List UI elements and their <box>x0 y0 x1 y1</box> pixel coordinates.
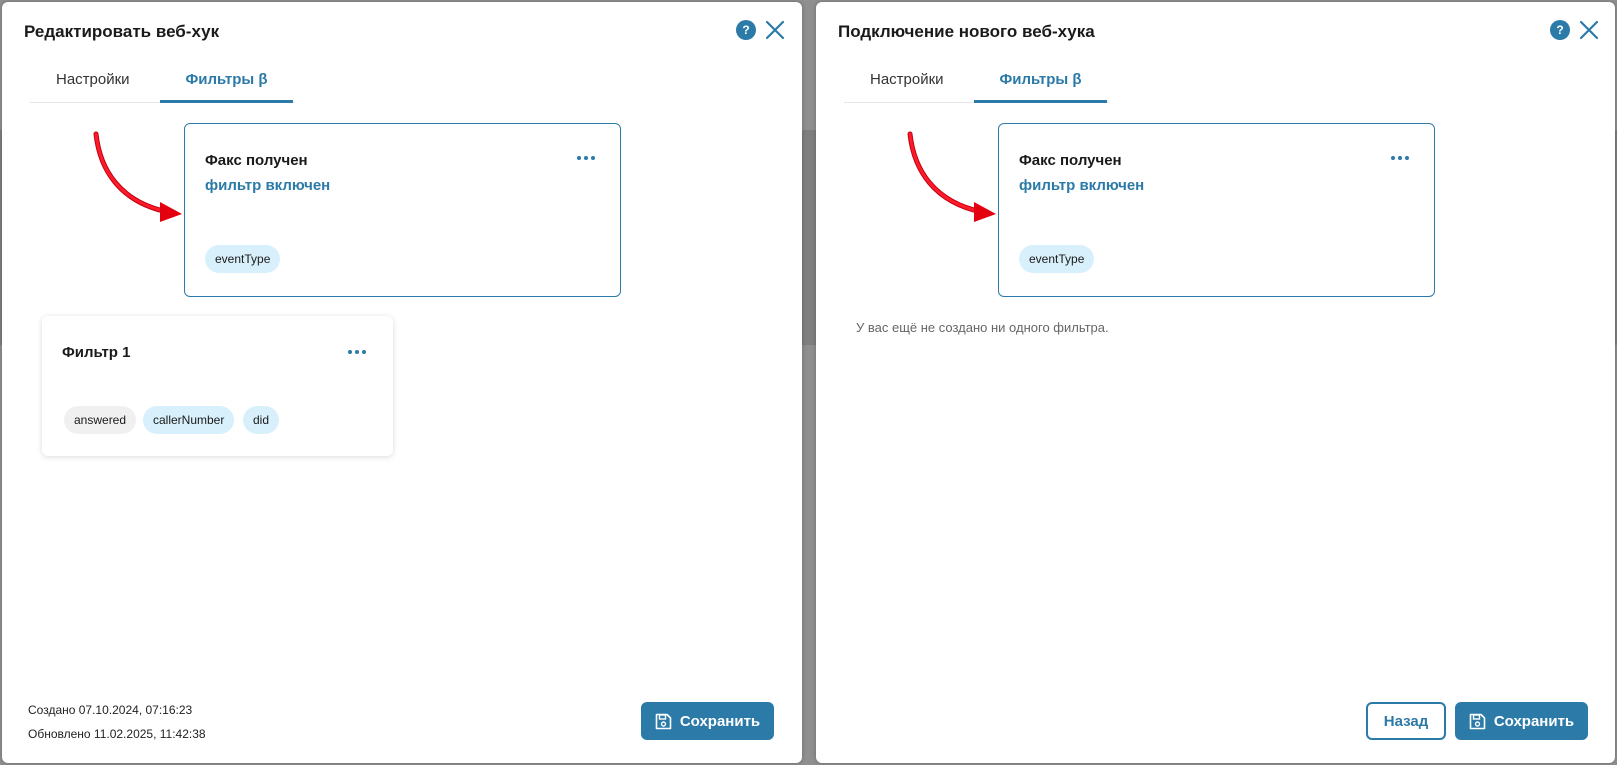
tab-settings[interactable]: Настройки <box>56 66 130 100</box>
empty-filters-message: У вас ещё не создано ни одного фильтра. <box>856 320 1109 335</box>
card-title: Факс получен <box>205 152 308 169</box>
card-title: Фильтр 1 <box>62 344 131 361</box>
modal-title: Редактировать веб-хук <box>24 22 220 41</box>
created-timestamp: Создано 07.10.2024, 07:16:23 <box>28 703 193 717</box>
modal-title: Подключение нового веб-хука <box>838 22 1095 41</box>
tab-filters[interactable]: Фильтры β <box>160 66 293 103</box>
chip-answered: answered <box>64 406 137 434</box>
save-button[interactable]: Сохранить <box>1455 702 1588 740</box>
close-icon[interactable] <box>764 19 786 41</box>
filter-card-fax-received[interactable]: Факс получен фильтр включен eventType <box>184 123 621 297</box>
save-button-label: Сохранить <box>679 712 761 730</box>
close-icon[interactable] <box>1578 19 1600 41</box>
tab-settings[interactable]: Настройки <box>870 66 944 100</box>
card-status: фильтр включен <box>1019 177 1145 194</box>
floppy-disk-icon <box>655 713 672 729</box>
chip-eventtype: eventType <box>1019 245 1095 273</box>
chip-did: did <box>243 406 280 434</box>
card-title: Факс получен <box>1019 152 1122 169</box>
save-button-label: Сохранить <box>1493 712 1575 730</box>
help-icon[interactable]: ? <box>1550 20 1570 40</box>
more-dots-icon[interactable] <box>1391 156 1411 162</box>
chip-callernumber: callerNumber <box>143 406 235 434</box>
help-icon[interactable]: ? <box>736 20 756 40</box>
more-dots-icon[interactable] <box>577 156 597 162</box>
tab-bar: Настройки Фильтры β <box>30 66 295 103</box>
screen: Редактировать веб-хук ? Настройки Фильтр… <box>0 0 1617 765</box>
save-button[interactable]: Сохранить <box>641 702 774 740</box>
updated-timestamp: Обновлено 11.02.2025, 11:42:38 <box>28 727 206 741</box>
filter-card-fax-received[interactable]: Факс получен фильтр включен eventType <box>998 123 1435 297</box>
chip-eventtype: eventType <box>205 245 281 273</box>
new-webhook-modal: Подключение нового веб-хука ? Настройки … <box>816 2 1615 763</box>
floppy-disk-icon <box>1469 713 1486 729</box>
red-arrow-annotation <box>93 131 182 222</box>
red-arrow-annotation <box>907 131 996 222</box>
tab-filters[interactable]: Фильтры β <box>974 66 1107 103</box>
filter-card-1[interactable]: Фильтр 1 answered callerNumber did <box>42 316 393 456</box>
card-status: фильтр включен <box>205 177 331 194</box>
more-dots-icon[interactable] <box>348 350 368 356</box>
edit-webhook-modal: Редактировать веб-хук ? Настройки Фильтр… <box>2 2 802 763</box>
tab-bar: Настройки Фильтры β <box>844 66 1109 103</box>
back-button[interactable]: Назад <box>1366 702 1446 740</box>
